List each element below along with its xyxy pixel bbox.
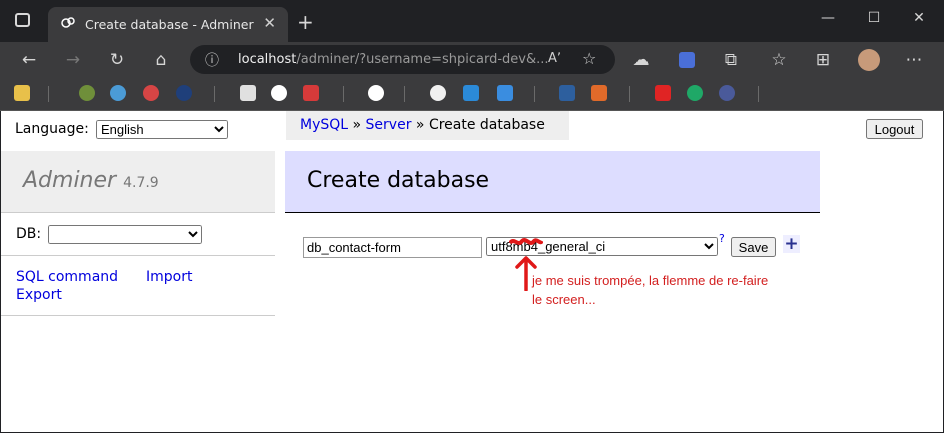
brand-version: 4.7.9 — [123, 175, 159, 191]
brand-link[interactable]: Adminer — [23, 168, 116, 193]
favorites-icon[interactable]: ☆ — [768, 50, 790, 70]
logout-button[interactable]: Logout — [866, 119, 923, 139]
breadcrumb-separator: » — [411, 117, 429, 133]
browser-titlebar: Create database - Adminer ✕ + — ☐ ✕ — [0, 0, 944, 42]
browser-toolbar: ← → ↻ ⌂ ⓘ localhost/adminer/?username=sh… — [0, 42, 944, 78]
breadcrumb-separator: » — [348, 117, 366, 133]
breadcrumb-mysql-link[interactable]: MySQL — [300, 117, 348, 133]
breadcrumb-current: Create database — [428, 117, 545, 133]
folder-icon[interactable] — [14, 85, 30, 101]
profile-avatar[interactable] — [858, 49, 880, 71]
tab-close-icon[interactable]: ✕ — [263, 14, 276, 32]
more-menu-icon[interactable]: ⋯ — [903, 50, 925, 70]
bookmark-separator — [404, 86, 405, 102]
sql-command-link[interactable]: SQL command — [16, 269, 118, 285]
bookmark-icon[interactable] — [687, 85, 703, 101]
divider — [1, 315, 275, 316]
annotation-text: je me suis trompée, la flemme de re-fair… — [532, 273, 769, 307]
url-host: localhost — [238, 52, 297, 67]
youtube-icon[interactable] — [655, 85, 671, 101]
breadcrumb: MySQL » Server » Create database — [286, 111, 569, 140]
bookmark-icon[interactable] — [497, 85, 513, 101]
vscode-icon[interactable] — [463, 85, 479, 101]
bookmark-separator — [48, 86, 49, 102]
refresh-icon[interactable]: ↻ — [106, 50, 128, 70]
cloud-icon[interactable]: ☁ — [630, 50, 652, 70]
url-text: localhost/adminer/?username=shpicard-dev… — [238, 52, 549, 67]
brand-header: Adminer 4.7.9 — [1, 151, 275, 213]
home-icon[interactable]: ⌂ — [150, 50, 172, 70]
bookmark-icon[interactable] — [176, 85, 192, 101]
browser-tab[interactable]: Create database - Adminer ✕ — [48, 7, 288, 42]
html5-icon[interactable] — [591, 85, 607, 101]
breadcrumb-text: MySQL » Server » Create database — [300, 117, 545, 133]
bookmark-icon[interactable] — [559, 85, 575, 101]
add-favorite-icon[interactable]: ☆ — [582, 49, 596, 68]
bookmarks-bar — [0, 78, 944, 111]
export-link[interactable]: Export — [16, 287, 62, 303]
bookmark-separator — [629, 86, 630, 102]
back-icon[interactable]: ← — [18, 50, 40, 70]
extensions-icon[interactable]: ⧉ — [720, 50, 742, 70]
database-name-input[interactable] — [303, 237, 482, 258]
breadcrumb-server-link[interactable]: Server — [366, 117, 412, 133]
bookmark-separator — [758, 86, 759, 102]
bookmark-icon[interactable] — [79, 85, 95, 101]
help-link[interactable]: ? — [719, 232, 725, 245]
bookmark-separator — [214, 86, 215, 102]
page-title: Create database — [307, 168, 490, 193]
db-select[interactable] — [48, 225, 202, 244]
site-info-icon[interactable]: ⓘ — [205, 50, 219, 70]
language-select[interactable]: English — [96, 120, 228, 139]
github-icon[interactable] — [430, 85, 446, 101]
adminer-bookmark-icon[interactable] — [271, 85, 287, 101]
address-bar[interactable]: ⓘ localhost/adminer/?username=shpicard-d… — [190, 45, 615, 74]
forward-icon[interactable]: → — [62, 50, 84, 70]
divider — [1, 255, 275, 256]
brand-name: Adminer 4.7.9 — [23, 168, 159, 193]
tab-actions-icon[interactable] — [15, 13, 30, 27]
bookmark-icon[interactable] — [719, 85, 735, 101]
extension-icon[interactable] — [679, 52, 695, 68]
document-icon[interactable] — [240, 85, 256, 101]
bookmark-icon[interactable] — [143, 85, 159, 101]
adminer-favicon-icon — [61, 17, 75, 28]
tab-title: Create database - Adminer — [85, 17, 254, 32]
new-tab-icon[interactable]: + — [297, 10, 314, 34]
notification-bookmark-icon[interactable] — [303, 85, 319, 101]
maximize-icon[interactable]: ☐ — [864, 10, 884, 26]
read-aloud-icon[interactable]: Aʼ — [548, 51, 561, 66]
adminer-page: Language: English MySQL » Server » Creat… — [1, 111, 943, 432]
minimize-icon[interactable]: — — [818, 10, 838, 26]
bookmark-separator — [534, 86, 535, 102]
url-path: /adminer/?username=shpicard-dev&... — [296, 52, 549, 67]
bookmark-icon[interactable] — [110, 85, 126, 101]
import-link[interactable]: Import — [146, 269, 192, 285]
adminer-bookmark-icon[interactable] — [368, 85, 384, 101]
bookmark-separator — [343, 86, 344, 102]
db-label: DB: — [16, 226, 42, 242]
language-label: Language: — [15, 121, 89, 137]
collections-icon[interactable]: ⊞ — [812, 50, 834, 70]
close-window-icon[interactable]: ✕ — [909, 10, 929, 26]
add-icon[interactable]: + — [783, 235, 800, 253]
heading-box: Create database — [285, 151, 820, 213]
save-button[interactable]: Save — [731, 237, 776, 257]
red-scribble — [508, 236, 544, 248]
